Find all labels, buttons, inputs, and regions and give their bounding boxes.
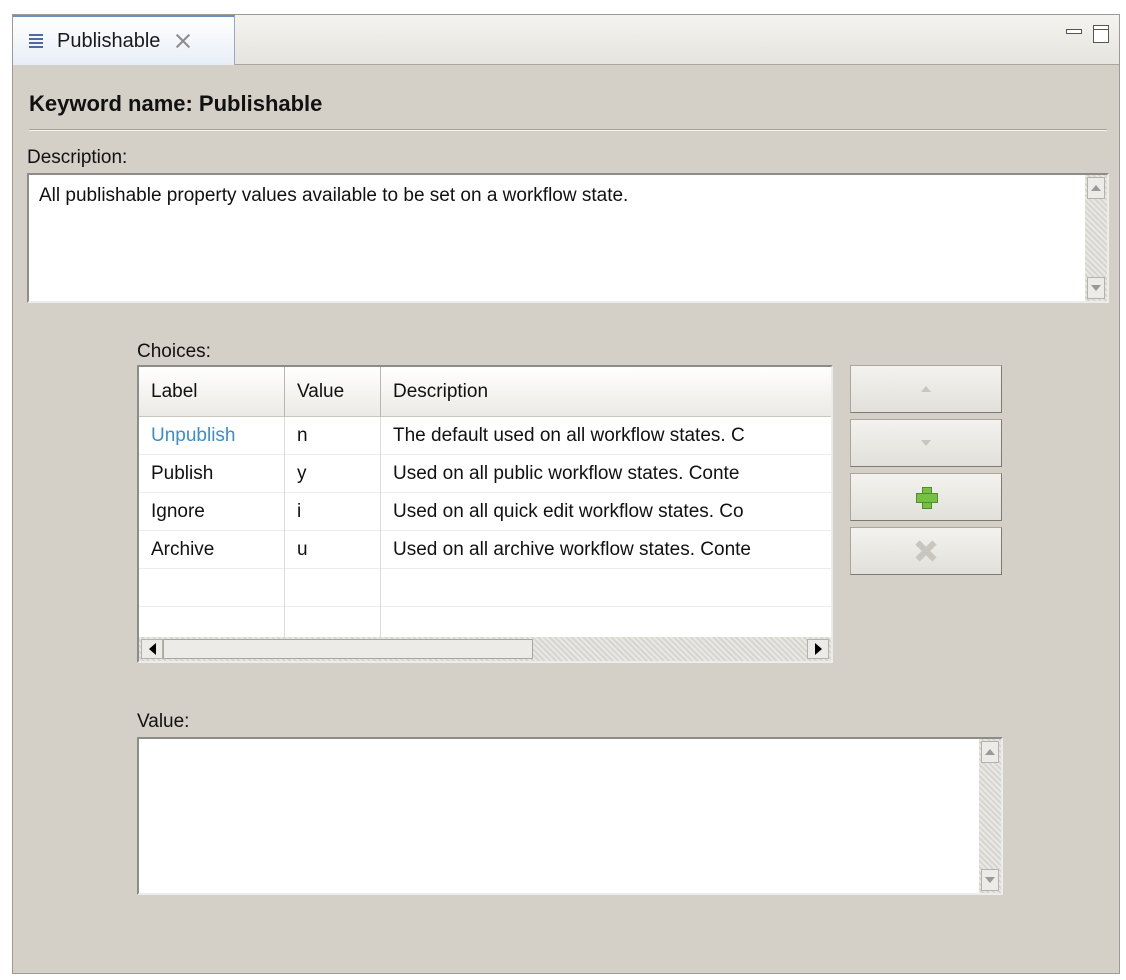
choices-table: Label Value Description Unpublish n The … <box>137 365 833 663</box>
minimize-icon[interactable] <box>1065 25 1082 41</box>
add-choice-button[interactable] <box>850 473 1002 521</box>
table-header: Label Value Description <box>139 367 831 417</box>
arrow-right-icon <box>814 643 822 655</box>
tab-title: Publishable <box>57 29 161 52</box>
table-horizontal-scrollbar[interactable] <box>139 637 831 661</box>
column-header-description[interactable]: Description <box>381 367 831 417</box>
value-textarea[interactable] <box>137 737 1003 895</box>
description-textarea[interactable]: All publishable property values availabl… <box>27 173 1109 303</box>
arrow-down-icon <box>1091 285 1101 291</box>
table-row[interactable]: Publish y Used on all public workflow st… <box>139 455 831 493</box>
cell-value[interactable]: u <box>285 531 381 569</box>
arrow-left-icon <box>148 643 156 655</box>
close-icon[interactable] <box>174 32 192 50</box>
cell-description[interactable]: Used on all archive workflow states. Con… <box>381 531 831 569</box>
cell-description[interactable]: The default used on all workflow states.… <box>381 417 831 455</box>
cell-label[interactable]: Archive <box>139 531 285 569</box>
document-lines-icon <box>27 32 45 50</box>
table-row[interactable]: Archive u Used on all archive workflow s… <box>139 531 831 569</box>
cell-description[interactable]: Used on all public workflow states. Cont… <box>381 455 831 493</box>
arrow-down-icon <box>985 877 995 883</box>
cell-label[interactable]: Publish <box>139 455 285 493</box>
plus-icon <box>916 487 938 509</box>
window-controls <box>1065 25 1109 43</box>
description-text: All publishable property values availabl… <box>39 185 629 206</box>
column-header-value[interactable]: Value <box>285 367 381 417</box>
separator <box>29 129 1107 131</box>
table-row[interactable]: Ignore i Used on all quick edit workflow… <box>139 493 831 531</box>
scroll-left-button[interactable] <box>141 639 163 659</box>
editor-view: Publishable Keyword name: Publishable De… <box>12 14 1120 974</box>
cell-label[interactable]: Ignore <box>139 493 285 531</box>
x-icon <box>916 541 936 561</box>
column-header-label[interactable]: Label <box>139 367 285 417</box>
empty-row[interactable] <box>139 569 831 607</box>
description-scrollbar[interactable] <box>1085 175 1107 301</box>
scroll-up-button[interactable] <box>981 741 999 763</box>
description-label: Description: <box>27 147 128 168</box>
tab-strip: Publishable <box>13 15 1119 65</box>
value-label: Value: <box>137 711 190 732</box>
table-row[interactable]: Unpublish n The default used on all work… <box>139 417 831 455</box>
cell-value[interactable]: i <box>285 493 381 531</box>
tab-publishable[interactable]: Publishable <box>13 15 235 65</box>
move-down-button[interactable] <box>850 419 1002 467</box>
arrow-down-icon <box>921 440 931 446</box>
cell-label[interactable]: Unpublish <box>139 417 285 455</box>
scroll-thumb[interactable] <box>163 639 533 659</box>
scroll-right-button[interactable] <box>807 639 829 659</box>
arrow-up-icon <box>921 386 931 392</box>
choices-label: Choices: <box>137 341 211 362</box>
cell-value[interactable]: y <box>285 455 381 493</box>
cell-value[interactable]: n <box>285 417 381 455</box>
move-up-button[interactable] <box>850 365 1002 413</box>
scroll-down-button[interactable] <box>1087 277 1105 299</box>
arrow-up-icon <box>985 749 995 755</box>
scroll-up-button[interactable] <box>1087 177 1105 199</box>
arrow-up-icon <box>1091 185 1101 191</box>
page-title: Keyword name: Publishable <box>29 91 323 116</box>
value-scrollbar[interactable] <box>979 739 1001 893</box>
remove-choice-button[interactable] <box>850 527 1002 575</box>
maximize-icon[interactable] <box>1093 25 1109 43</box>
cell-description[interactable]: Used on all quick edit workflow states. … <box>381 493 831 531</box>
scroll-down-button[interactable] <box>981 869 999 891</box>
